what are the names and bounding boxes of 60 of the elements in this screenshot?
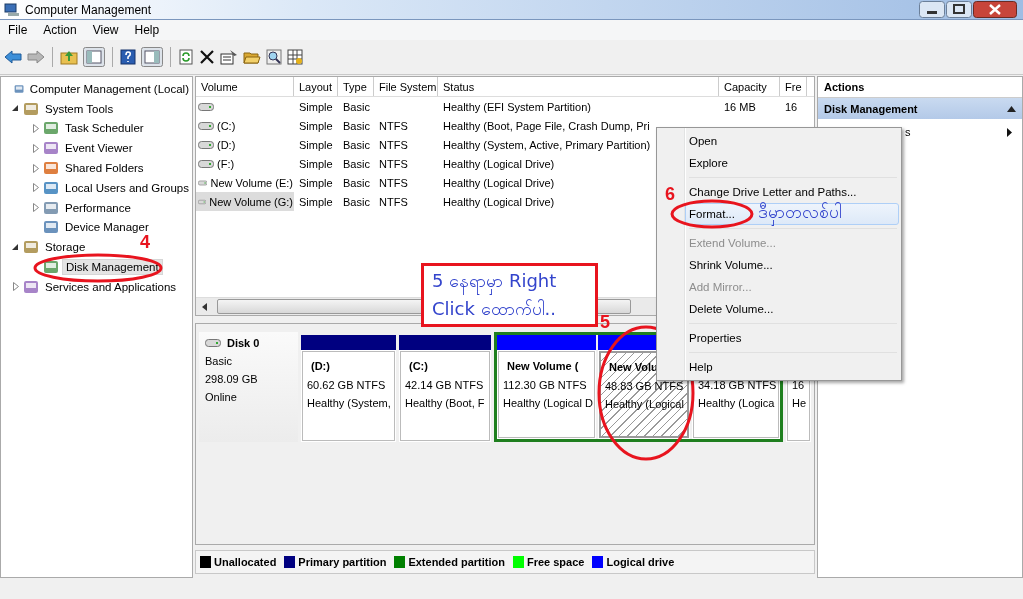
table-cell: Simple bbox=[299, 157, 333, 170]
table-cell: 16 MB bbox=[724, 100, 756, 113]
table-cell: Simple bbox=[299, 119, 333, 132]
table-cell: Healthy (Logical Drive) bbox=[443, 195, 555, 208]
partition-status: Healthy (Boot, F bbox=[405, 397, 485, 409]
table-cell: Basic bbox=[343, 195, 370, 208]
note-text: 5 နေရာမှာ Right bbox=[432, 267, 595, 295]
partition-size: 34.18 GB NTFS bbox=[698, 379, 774, 391]
partition-size: 48.83 GB NTFS bbox=[605, 380, 683, 392]
table-cell: Healthy (Boot, Page File, Crash Dump, Pri bbox=[443, 119, 650, 132]
disk-size: 298.09 GB bbox=[205, 373, 259, 385]
table-cell: NTFS bbox=[379, 157, 408, 170]
partition-status: He bbox=[792, 397, 805, 409]
table-cell: Simple bbox=[299, 176, 333, 189]
disk-type: Basic bbox=[205, 355, 233, 367]
disk-name: Disk 0 bbox=[227, 337, 260, 349]
legend-label: Primary partition bbox=[298, 556, 387, 568]
table-cell: (D:) bbox=[216, 137, 237, 152]
partition-size: 112.30 GB NTFS bbox=[503, 379, 588, 391]
table-cell: NTFS bbox=[379, 138, 408, 151]
table-cell: Simple bbox=[299, 100, 333, 113]
table-cell: Simple bbox=[299, 195, 333, 208]
disk-status: Online bbox=[205, 391, 238, 403]
table-cell: New Volume (G:) bbox=[208, 194, 294, 209]
table-cell: Simple bbox=[299, 138, 333, 151]
legend-label: Extended partition bbox=[408, 556, 505, 568]
partition-size: 60.62 GB NTFS bbox=[307, 379, 387, 391]
legend-label: Free space bbox=[526, 556, 585, 568]
table-cell: Healthy (Logical Drive) bbox=[443, 157, 555, 170]
note-text: Click ထောက်ပါ.. bbox=[432, 297, 558, 321]
partition-status: Healthy (System, bbox=[307, 397, 390, 409]
table-cell: NTFS bbox=[379, 195, 408, 208]
table-cell: Basic bbox=[343, 157, 370, 170]
table-cell: Basic bbox=[343, 138, 370, 151]
table-cell: Basic bbox=[343, 176, 370, 189]
step-number: 5 bbox=[600, 312, 610, 333]
table-cell: NTFS bbox=[379, 176, 408, 189]
step-number: 6 bbox=[665, 184, 675, 205]
table-cell: (C:) bbox=[216, 118, 237, 133]
legend-label: Unallocated bbox=[214, 556, 277, 568]
table-cell: Healthy (Logical Drive) bbox=[443, 176, 555, 189]
table-cell: Basic bbox=[343, 119, 370, 132]
note-text: ဒီမှာတလစ်ပါ bbox=[758, 200, 842, 227]
partition-name: (D:) bbox=[310, 360, 331, 373]
partition-name: New Volume ( bbox=[506, 360, 580, 373]
table-cell: 16 bbox=[785, 100, 798, 113]
partition-status: Healthy (Logical bbox=[605, 398, 683, 410]
partition-name: (C:) bbox=[408, 360, 429, 373]
table-cell: Healthy (System, Active, Primary Partition) bbox=[443, 138, 651, 151]
legend-label: Logical drive bbox=[606, 556, 675, 568]
table-cell: NTFS bbox=[379, 119, 408, 132]
partition-size: 16 bbox=[792, 379, 805, 391]
partition-size: 42.14 GB NTFS bbox=[405, 379, 485, 391]
table-cell: Basic bbox=[343, 100, 370, 113]
table-cell: (F:) bbox=[216, 156, 236, 171]
table-cell: New Volume (E:) bbox=[209, 175, 294, 190]
partition-status: Healthy (Logica bbox=[698, 397, 774, 409]
window-title: Computer Management bbox=[25, 2, 152, 17]
step-number: 4 bbox=[140, 232, 150, 253]
table-cell: Healthy (EFI System Partition) bbox=[443, 100, 591, 113]
